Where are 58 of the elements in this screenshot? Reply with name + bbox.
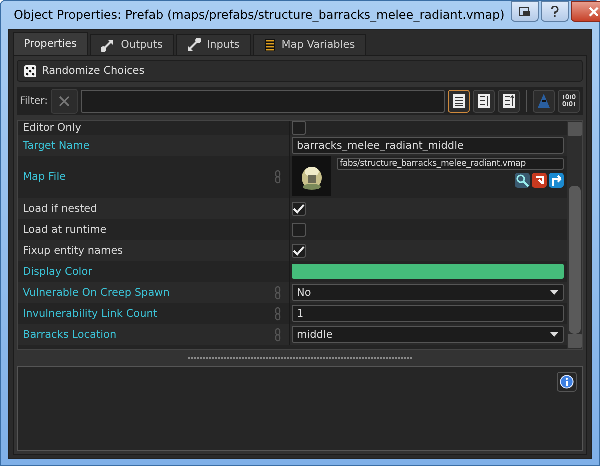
scrollbar[interactable] xyxy=(567,121,582,349)
property-label: Target Name xyxy=(23,140,90,152)
checkbox[interactable] xyxy=(292,222,306,236)
close-icon xyxy=(58,96,70,106)
property-label: Editor Only xyxy=(23,122,82,134)
help-button[interactable] xyxy=(540,1,569,22)
property-label: Barracks Location xyxy=(23,328,117,340)
info-button[interactable] xyxy=(557,372,577,392)
tab[interactable]: Map Variables xyxy=(252,34,366,55)
filter-field[interactable] xyxy=(80,90,445,112)
text-field[interactable]: fabs/structure_barracks_melee_radiant.vmap xyxy=(337,158,564,170)
checkbox[interactable] xyxy=(292,121,306,135)
clear-button[interactable] xyxy=(50,88,78,114)
sort-icon xyxy=(477,93,491,109)
close-icon xyxy=(588,6,599,16)
restore-button[interactable] xyxy=(510,1,539,22)
caret-icon xyxy=(550,290,559,295)
randomize-button[interactable]: Randomize Choices xyxy=(17,60,583,82)
binary-icon xyxy=(562,94,576,108)
property-label: Vulnerable On Creep Spawn xyxy=(23,286,170,298)
list-icon xyxy=(264,38,276,52)
text-field[interactable]: barracks_melee_radiant_middle xyxy=(292,137,564,154)
window-icon xyxy=(518,6,531,16)
sort-icon xyxy=(502,93,516,109)
view-button[interactable] xyxy=(448,90,470,112)
arrow-icon xyxy=(550,174,564,188)
tab[interactable]: Outputs xyxy=(90,34,174,55)
dropdown[interactable]: middle xyxy=(292,326,564,343)
list-icon xyxy=(452,93,466,109)
question-mark-icon xyxy=(550,6,559,18)
tab[interactable]: Properties xyxy=(13,32,88,55)
color-swatch[interactable] xyxy=(292,264,564,279)
property-label: Map File xyxy=(23,171,66,183)
view-button[interactable] xyxy=(473,90,495,112)
dropdown[interactable]: No xyxy=(292,284,564,301)
arrow-icon xyxy=(101,38,116,52)
text-field[interactable]: 1 xyxy=(292,305,564,322)
property-label: Load if nested xyxy=(23,202,98,214)
tab[interactable]: Inputs xyxy=(176,34,251,55)
property-label: Display Color xyxy=(23,266,92,278)
checkbox[interactable] xyxy=(292,202,306,216)
view-button[interactable] xyxy=(498,90,520,112)
property-label: Fixup entity names xyxy=(23,244,124,256)
arrow-icon xyxy=(187,38,202,52)
checkbox[interactable] xyxy=(292,244,306,258)
property-label: Load at runtime xyxy=(23,224,107,236)
window-title: Object Properties: Prefab (maps/prefabs/structure_barracks_melee_radiant.vmap) xyxy=(14,8,505,22)
property-label: Invulnerability Link Count xyxy=(23,308,158,320)
model-thumbnail xyxy=(292,156,331,196)
search-button[interactable] xyxy=(515,173,530,188)
caret-icon xyxy=(550,332,559,337)
forward-button[interactable] xyxy=(549,173,564,188)
info-icon xyxy=(560,375,574,389)
binary-button[interactable] xyxy=(558,90,580,112)
dice-icon xyxy=(24,64,37,78)
back-button[interactable] xyxy=(532,173,547,188)
search-icon xyxy=(516,174,530,188)
filter-label: Filter: xyxy=(20,96,48,106)
